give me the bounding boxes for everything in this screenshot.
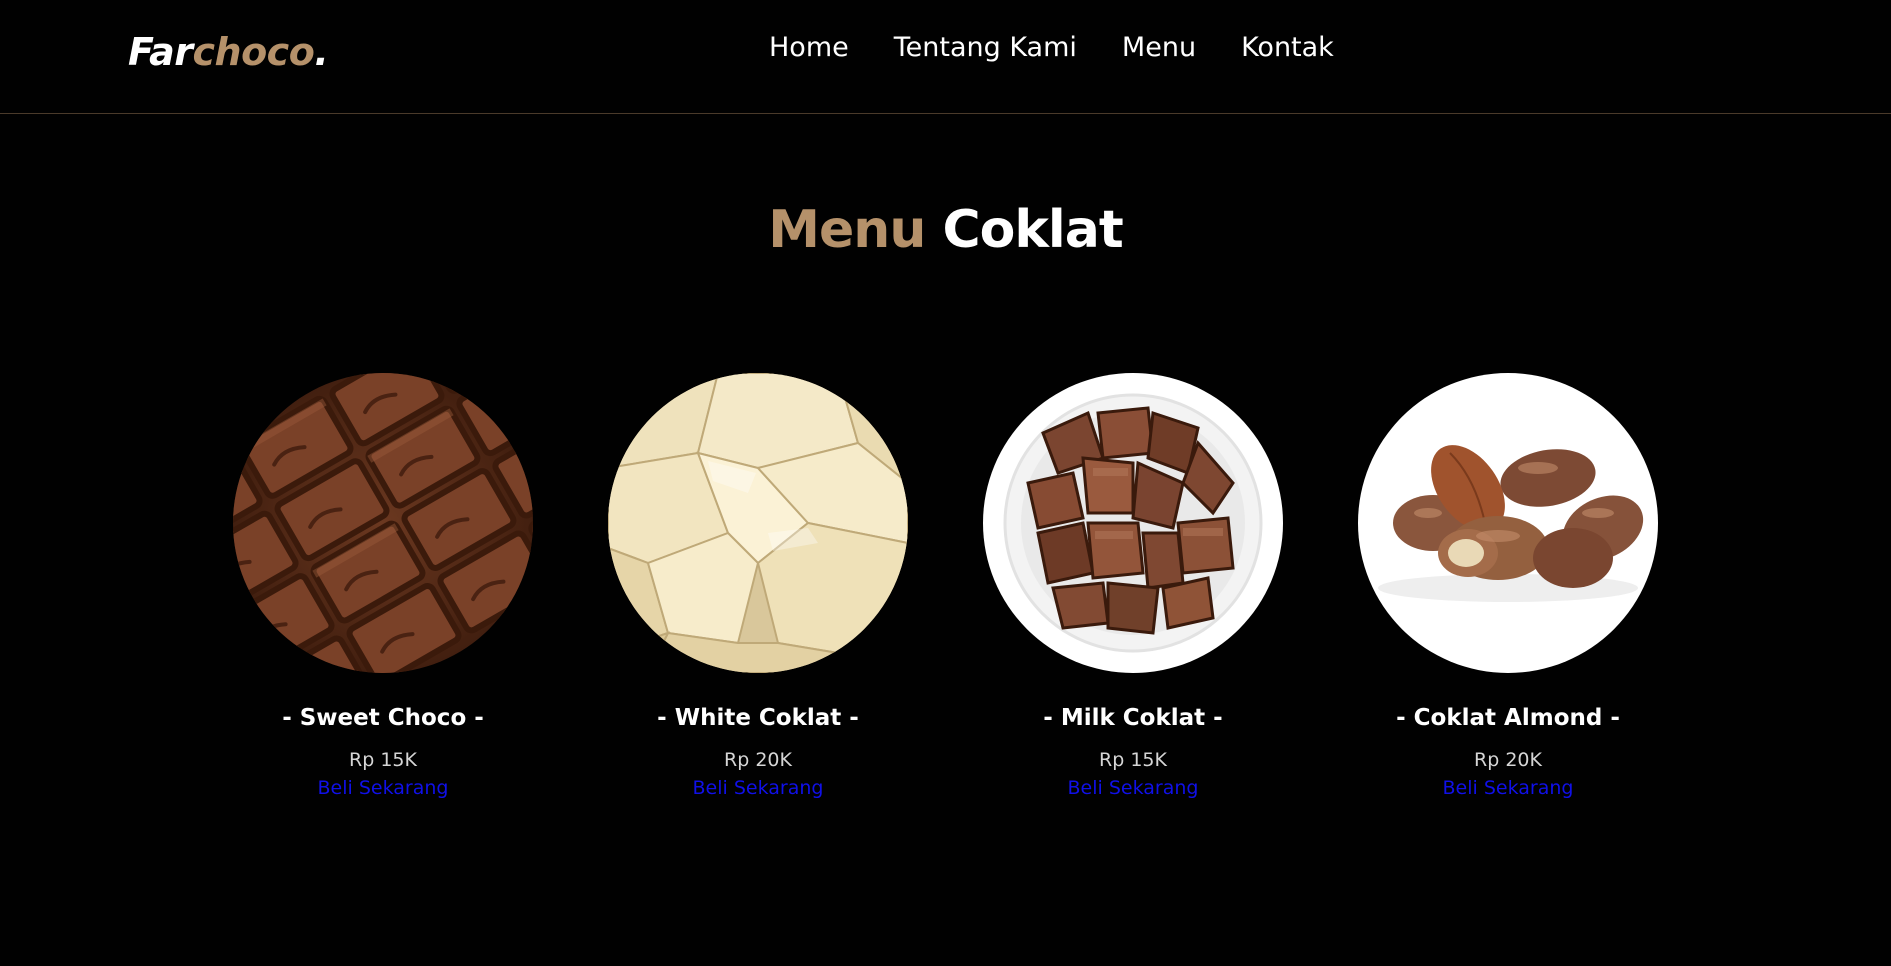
navbar: Farchoco. Home Tentang Kami Menu Kontak bbox=[0, 0, 1891, 114]
menu-card: - White Coklat - Rp 20K Beli Sekarang bbox=[608, 373, 908, 799]
product-image-milk-coklat bbox=[983, 373, 1283, 673]
section-title-rest: Coklat bbox=[942, 200, 1123, 260]
brand-part-dot: . bbox=[314, 30, 329, 74]
white-chocolate-image bbox=[608, 373, 908, 673]
main-nav: Home Tentang Kami Menu Kontak bbox=[769, 32, 1334, 63]
product-title: - White Coklat - bbox=[657, 705, 859, 731]
buy-now-link[interactable]: Beli Sekarang bbox=[608, 777, 908, 799]
menu-card: - Milk Coklat - Rp 15K Beli Sekarang bbox=[983, 373, 1283, 799]
product-price: Rp 15K bbox=[349, 749, 417, 771]
product-title: - Coklat Almond - bbox=[1396, 705, 1620, 731]
product-image-sweet-choco bbox=[233, 373, 533, 673]
chocolate-almond-image bbox=[1358, 373, 1658, 673]
nav-kontak-link[interactable]: Kontak bbox=[1241, 32, 1334, 63]
product-image-white-coklat bbox=[608, 373, 908, 673]
section-title: Menu Coklat bbox=[0, 200, 1891, 260]
product-title: - Milk Coklat - bbox=[1043, 705, 1223, 731]
product-price: Rp 20K bbox=[724, 749, 792, 771]
brand-logo[interactable]: Farchoco. bbox=[128, 30, 329, 74]
nav-home-link[interactable]: Home bbox=[769, 32, 849, 63]
buy-now-link[interactable]: Beli Sekarang bbox=[233, 777, 533, 799]
nav-tentang-kami-link[interactable]: Tentang Kami bbox=[894, 32, 1077, 63]
brand-part-far: Far bbox=[128, 30, 193, 74]
section-title-accent: Menu bbox=[768, 200, 926, 260]
menu-card: - Sweet Choco - Rp 15K Beli Sekarang bbox=[233, 373, 533, 799]
product-image-coklat-almond bbox=[1358, 373, 1658, 673]
product-price: Rp 20K bbox=[1474, 749, 1542, 771]
brand-part-choco: choco bbox=[192, 30, 315, 74]
chocolate-bowl-image bbox=[983, 373, 1283, 673]
product-price: Rp 15K bbox=[1099, 749, 1167, 771]
product-title: - Sweet Choco - bbox=[282, 705, 484, 731]
chocolate-bar-image bbox=[233, 373, 533, 673]
buy-now-link[interactable]: Beli Sekarang bbox=[983, 777, 1283, 799]
menu-card: - Coklat Almond - Rp 20K Beli Sekarang bbox=[1358, 373, 1658, 799]
nav-menu-link[interactable]: Menu bbox=[1122, 32, 1196, 63]
buy-now-link[interactable]: Beli Sekarang bbox=[1358, 777, 1658, 799]
